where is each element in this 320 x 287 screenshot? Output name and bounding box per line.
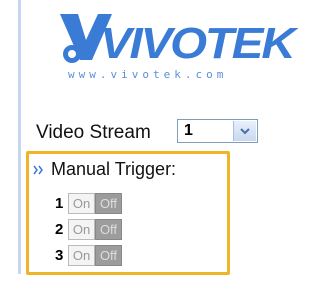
manual-trigger-title: Manual Trigger:	[51, 159, 177, 179]
double-chevron-icon	[33, 165, 43, 174]
trigger-3-on-button[interactable]: On	[68, 245, 95, 266]
trigger-3-off-button[interactable]: Off	[95, 245, 122, 266]
chevron-down-icon[interactable]	[233, 121, 256, 141]
video-stream-select[interactable]: 1	[177, 119, 258, 143]
trigger-2-off-button[interactable]: Off	[95, 219, 122, 240]
manual-trigger-panel: Manual Trigger: 1 On Off 2 On Off 3 On O…	[26, 151, 230, 275]
sidebar-divider	[18, 0, 21, 274]
trigger-number: 1	[55, 195, 64, 212]
video-stream-label: Video Stream	[36, 122, 151, 143]
trigger-number: 3	[55, 247, 64, 264]
trigger-1-on-button[interactable]: On	[68, 193, 95, 214]
trigger-number: 2	[55, 221, 64, 238]
video-stream-value: 1	[184, 122, 193, 139]
trigger-1-off-button[interactable]: Off	[95, 193, 122, 214]
logo-url: www.vivotek.com	[68, 68, 228, 81]
vivotek-logo: VIVOTEK www.vivotek.com	[50, 8, 296, 88]
manual-trigger-header[interactable]: Manual Trigger:	[33, 159, 176, 180]
logo-wordmark: VIVOTEK	[100, 19, 296, 68]
trigger-2-on-button[interactable]: On	[68, 219, 95, 240]
